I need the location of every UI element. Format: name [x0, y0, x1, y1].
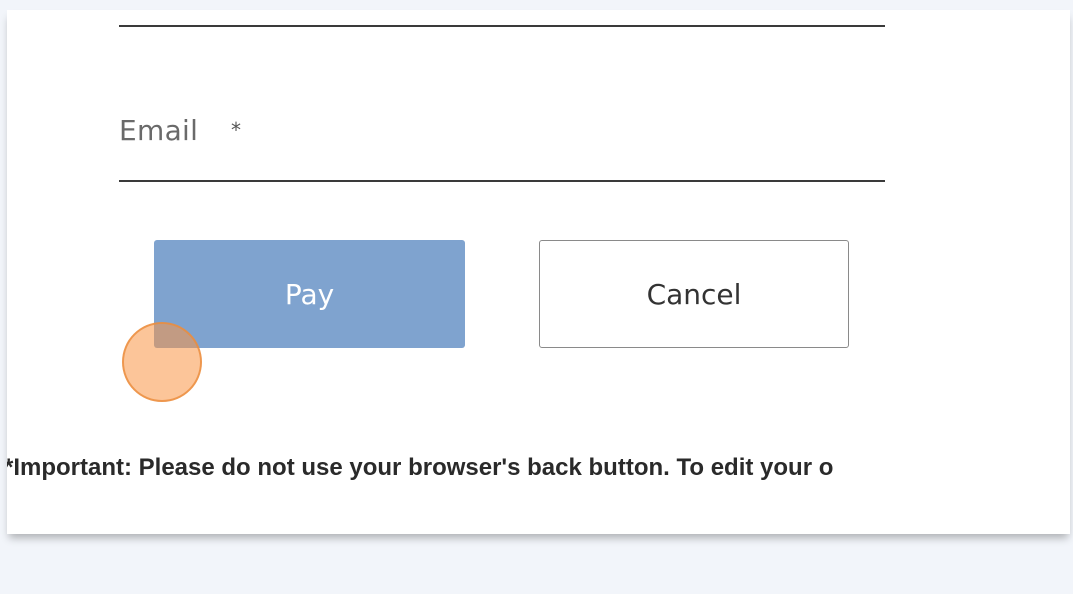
cancel-button[interactable]: Cancel — [539, 240, 849, 348]
required-asterisk: * — [231, 118, 241, 142]
email-field-underline[interactable] — [119, 180, 885, 182]
back-button-warning: *Important: Please do not use your brows… — [7, 454, 834, 481]
click-indicator — [122, 322, 202, 402]
previous-field-underline — [119, 25, 885, 27]
pay-button[interactable]: Pay — [154, 240, 465, 348]
payment-form-panel: Email * Pay Cancel *Important: Please do… — [7, 10, 1070, 534]
email-field-label: Email — [119, 114, 199, 147]
